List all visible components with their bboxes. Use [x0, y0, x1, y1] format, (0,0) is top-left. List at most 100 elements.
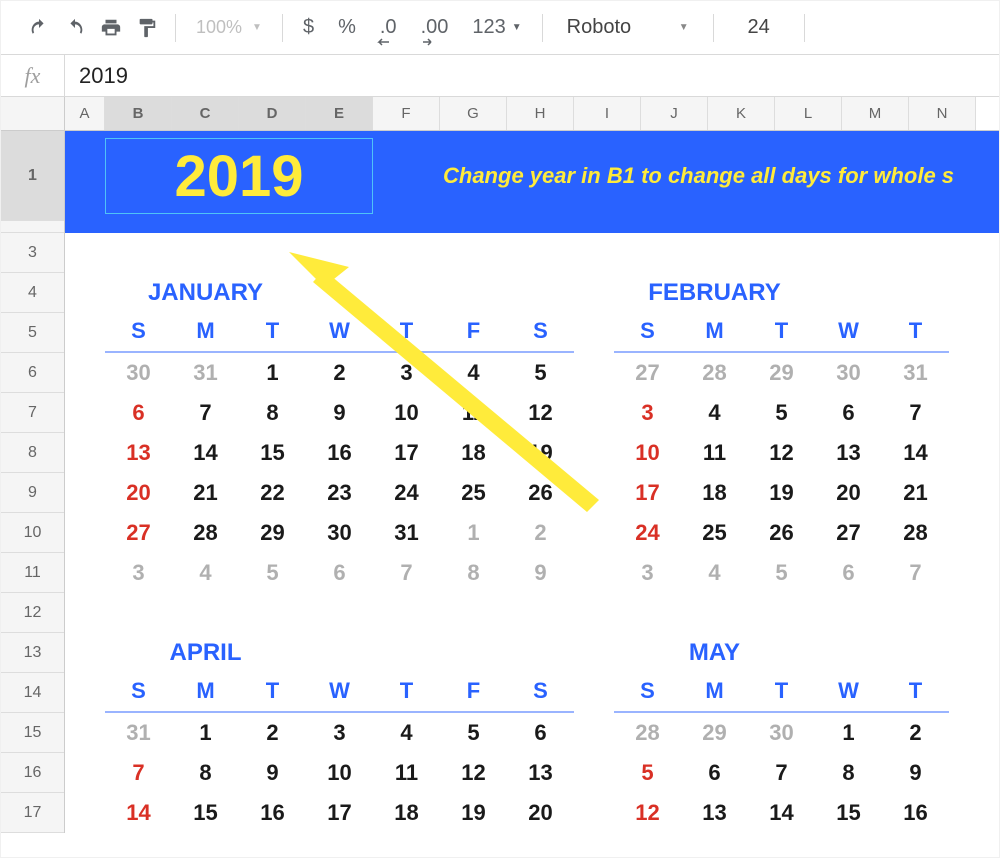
- cell[interactable]: 30: [815, 360, 882, 386]
- cell[interactable]: 31: [105, 720, 172, 746]
- cell[interactable]: 7: [172, 400, 239, 426]
- row-header-11[interactable]: 11: [1, 553, 64, 593]
- decrease-decimal-button[interactable]: .0: [374, 16, 403, 39]
- cell[interactable]: W: [306, 313, 373, 353]
- cell[interactable]: 6: [681, 760, 748, 786]
- cell[interactable]: S: [507, 313, 574, 353]
- cell[interactable]: 13: [681, 800, 748, 826]
- cell[interactable]: M: [172, 673, 239, 713]
- cell[interactable]: 25: [681, 520, 748, 546]
- column-header-J[interactable]: J: [641, 97, 708, 130]
- cell[interactable]: 4: [681, 560, 748, 586]
- cell[interactable]: W: [815, 673, 882, 713]
- cell[interactable]: 28: [172, 520, 239, 546]
- cell[interactable]: 6: [815, 400, 882, 426]
- cell[interactable]: 21: [172, 480, 239, 506]
- column-header-N[interactable]: N: [909, 97, 976, 130]
- column-header-H[interactable]: H: [507, 97, 574, 130]
- cell[interactable]: T: [239, 673, 306, 713]
- column-header-M[interactable]: M: [842, 97, 909, 130]
- cell[interactable]: M: [681, 673, 748, 713]
- cell[interactable]: 27: [105, 520, 172, 546]
- select-all-corner[interactable]: [1, 97, 65, 130]
- cell[interactable]: 10: [306, 760, 373, 786]
- cell[interactable]: T: [239, 313, 306, 353]
- cell[interactable]: 18: [681, 480, 748, 506]
- cell[interactable]: 9: [306, 400, 373, 426]
- cell[interactable]: 16: [306, 440, 373, 466]
- cell[interactable]: 8: [239, 400, 306, 426]
- cell[interactable]: 27: [614, 360, 681, 386]
- cell[interactable]: 4: [681, 400, 748, 426]
- cell[interactable]: 12: [614, 800, 681, 826]
- cell[interactable]: 30: [306, 520, 373, 546]
- row-header-13[interactable]: 13: [1, 633, 64, 673]
- cell[interactable]: 19: [440, 800, 507, 826]
- undo-button[interactable]: [21, 10, 57, 46]
- cell[interactable]: 8: [440, 560, 507, 586]
- cell[interactable]: 18: [373, 800, 440, 826]
- cell[interactable]: 5: [440, 720, 507, 746]
- cell[interactable]: 6: [306, 560, 373, 586]
- cell[interactable]: W: [306, 673, 373, 713]
- cell[interactable]: 2: [882, 720, 949, 746]
- cell[interactable]: 29: [748, 360, 815, 386]
- cell[interactable]: 2: [306, 360, 373, 386]
- cell[interactable]: 17: [306, 800, 373, 826]
- cell[interactable]: 21: [882, 480, 949, 506]
- cell[interactable]: 4: [172, 560, 239, 586]
- cell[interactable]: 9: [239, 760, 306, 786]
- cell[interactable]: 24: [614, 520, 681, 546]
- cell[interactable]: F: [440, 673, 507, 713]
- cell[interactable]: 11: [440, 400, 507, 426]
- cell[interactable]: 30: [105, 360, 172, 386]
- cell[interactable]: T: [748, 673, 815, 713]
- cell[interactable]: 2: [239, 720, 306, 746]
- cell[interactable]: 5: [239, 560, 306, 586]
- cell[interactable]: 13: [507, 760, 574, 786]
- cell[interactable]: 6: [105, 400, 172, 426]
- row-header-8[interactable]: 8: [1, 433, 64, 473]
- cell[interactable]: 1: [815, 720, 882, 746]
- cell[interactable]: 9: [882, 760, 949, 786]
- cell[interactable]: S: [507, 673, 574, 713]
- cell[interactable]: 7: [105, 760, 172, 786]
- cell[interactable]: 18: [440, 440, 507, 466]
- column-header-B[interactable]: B: [105, 97, 172, 130]
- cell[interactable]: 28: [614, 720, 681, 746]
- row-header-9[interactable]: 9: [1, 473, 64, 513]
- cell[interactable]: 29: [239, 520, 306, 546]
- cell[interactable]: T: [882, 673, 949, 713]
- cell[interactable]: 14: [882, 440, 949, 466]
- cell[interactable]: W: [815, 313, 882, 353]
- cell[interactable]: 2: [507, 520, 574, 546]
- cell[interactable]: 31: [882, 360, 949, 386]
- cell[interactable]: S: [614, 313, 681, 353]
- cell[interactable]: 4: [440, 360, 507, 386]
- cells-area[interactable]: 2019 Change year in B1 to change all day…: [65, 131, 999, 833]
- cell[interactable]: 3: [306, 720, 373, 746]
- cell[interactable]: 11: [373, 760, 440, 786]
- cell[interactable]: 12: [507, 400, 574, 426]
- cell[interactable]: 27: [815, 520, 882, 546]
- cell[interactable]: 28: [681, 360, 748, 386]
- row-header-1[interactable]: 1: [1, 131, 64, 221]
- column-header-L[interactable]: L: [775, 97, 842, 130]
- cell[interactable]: T: [748, 313, 815, 353]
- month-name[interactable]: APRIL: [105, 639, 306, 667]
- cell[interactable]: 28: [882, 520, 949, 546]
- cell[interactable]: M: [681, 313, 748, 353]
- cell[interactable]: F: [440, 313, 507, 353]
- cell[interactable]: 1: [239, 360, 306, 386]
- column-header-C[interactable]: C: [172, 97, 239, 130]
- cell[interactable]: 15: [815, 800, 882, 826]
- cell[interactable]: 3: [373, 360, 440, 386]
- number-format-button[interactable]: 123▼: [466, 16, 527, 39]
- cell[interactable]: 5: [748, 400, 815, 426]
- cell[interactable]: 17: [614, 480, 681, 506]
- column-header-F[interactable]: F: [373, 97, 440, 130]
- column-header-K[interactable]: K: [708, 97, 775, 130]
- cell[interactable]: 7: [373, 560, 440, 586]
- percent-button[interactable]: %: [332, 16, 362, 39]
- cell[interactable]: 6: [507, 720, 574, 746]
